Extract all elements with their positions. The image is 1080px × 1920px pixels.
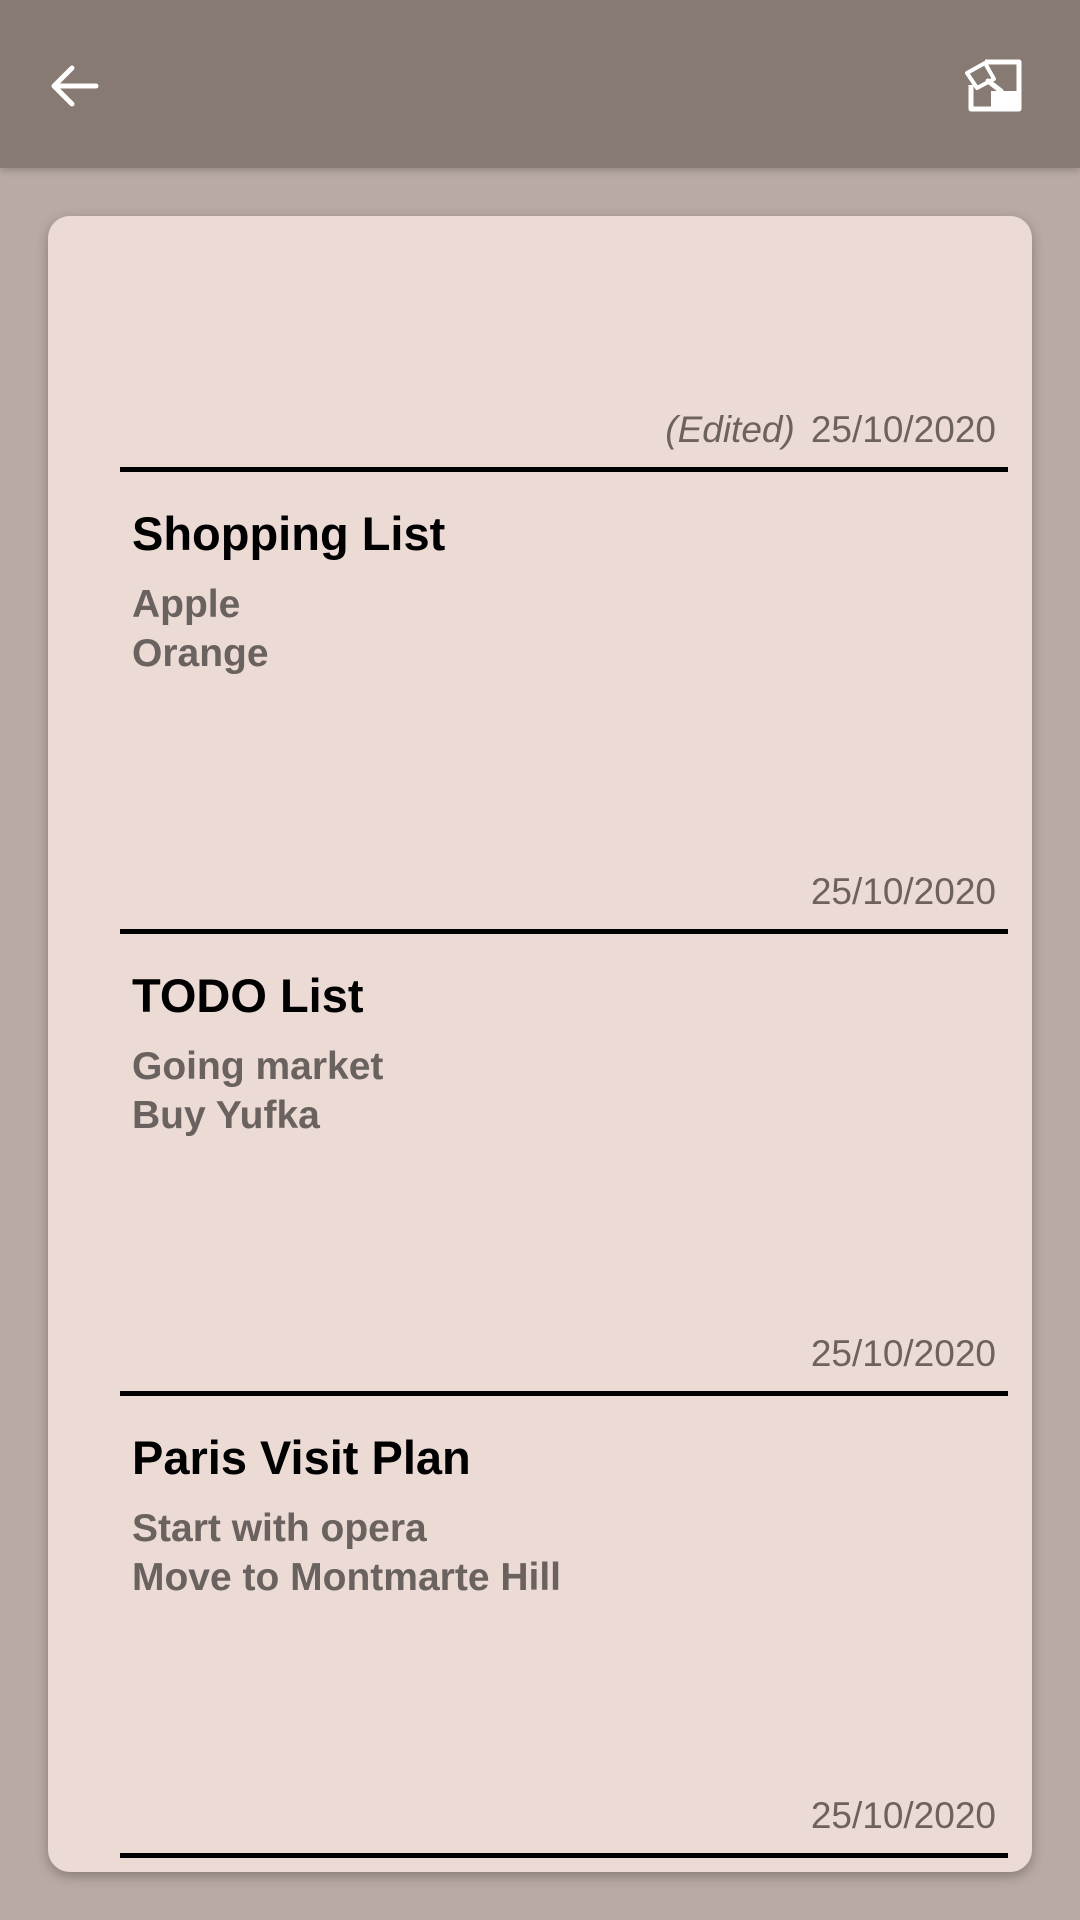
current-note-meta: (Edited) 25/10/2020 bbox=[665, 409, 996, 451]
note-title[interactable]: TODO List bbox=[132, 968, 364, 1023]
arrow-left-icon bbox=[51, 65, 99, 107]
note-line: Orange bbox=[132, 632, 269, 675]
note-line: Start with opera bbox=[132, 1507, 427, 1550]
note-date: 25/10/2020 bbox=[811, 1333, 996, 1375]
note-date-text: 25/10/2020 bbox=[810, 871, 996, 912]
notes-card: (Edited) 25/10/2020 Shopping List Apple O… bbox=[48, 216, 1032, 1872]
note-line: Move to Montmarte Hill bbox=[132, 1556, 562, 1599]
export-note-icon bbox=[965, 59, 1022, 112]
export-button[interactable] bbox=[954, 46, 1034, 126]
divider bbox=[120, 1391, 1008, 1396]
edited-label: (Edited) bbox=[665, 409, 795, 450]
divider bbox=[120, 929, 1008, 934]
note-date-text: 25/10/2020 bbox=[810, 1795, 996, 1836]
note-line: Buy Yufka bbox=[132, 1094, 320, 1137]
note-date: 25/10/2020 bbox=[811, 1795, 996, 1837]
note-line: Apple bbox=[132, 583, 241, 626]
note-title[interactable]: Shopping List bbox=[132, 506, 445, 561]
divider bbox=[120, 1853, 1008, 1858]
current-note-date: 25/10/2020 bbox=[810, 409, 996, 450]
note-line: Going market bbox=[132, 1045, 384, 1088]
divider bbox=[120, 467, 1008, 472]
back-button[interactable] bbox=[34, 46, 114, 126]
note-title[interactable]: Paris Visit Plan bbox=[132, 1430, 471, 1485]
note-date-text: 25/10/2020 bbox=[810, 1333, 996, 1374]
note-date: 25/10/2020 bbox=[811, 871, 996, 913]
app-bar bbox=[0, 0, 1080, 168]
